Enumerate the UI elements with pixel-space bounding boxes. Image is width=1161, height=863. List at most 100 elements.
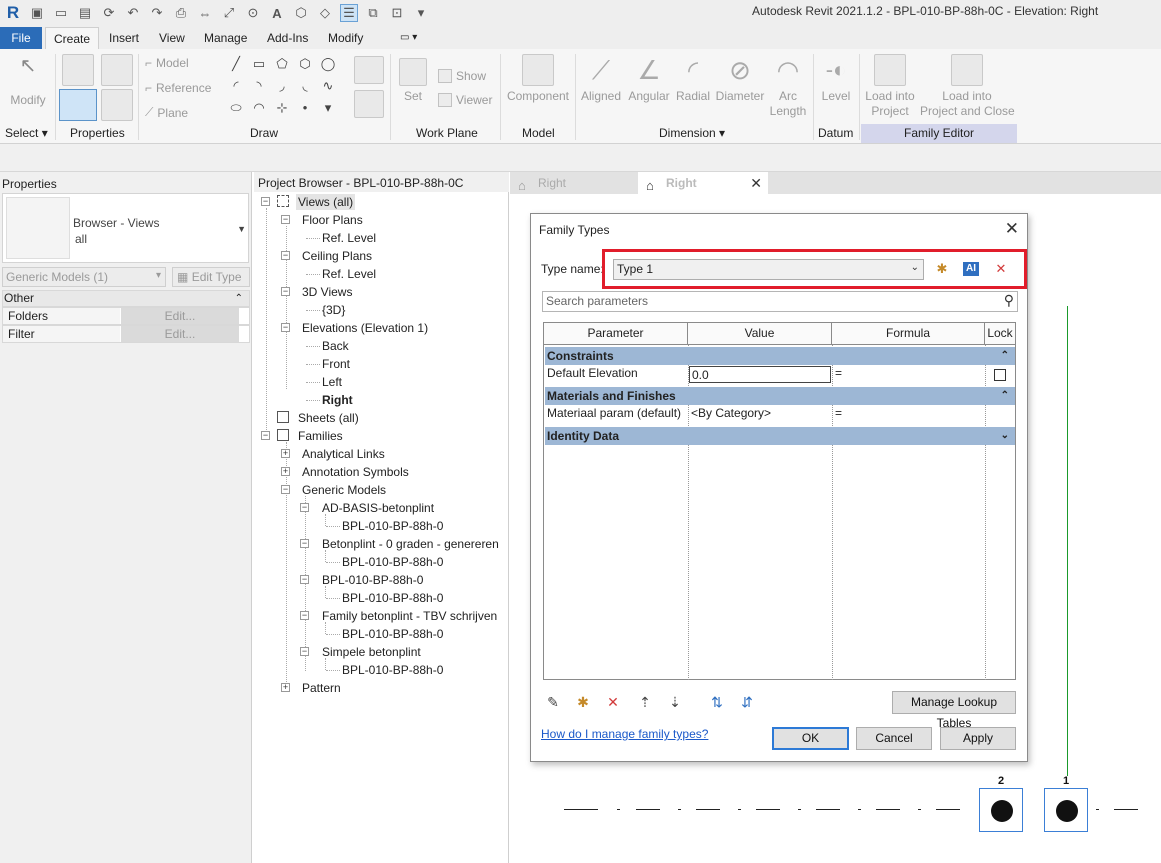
tab-modify[interactable]: Modify: [320, 27, 371, 49]
lock-checkbox[interactable]: [994, 369, 1006, 381]
tree-item-elevations[interactable]: Elevations (Elevation 1): [302, 320, 428, 336]
collapse-toggle[interactable]: −: [281, 323, 290, 332]
draw-extrusion-button[interactable]: [354, 56, 384, 87]
tree-item-family[interactable]: Family betonplint - TBV schrijven: [322, 608, 497, 624]
param-value[interactable]: <By Category>: [689, 405, 831, 423]
collapse-toggle[interactable]: −: [300, 647, 309, 656]
tree-item-type[interactable]: BPL-010-BP-88h-0: [342, 626, 443, 642]
load-into-project-and-close-button[interactable]: Load into Project and Close: [920, 54, 1015, 119]
column-header-formula[interactable]: Formula: [832, 323, 985, 345]
save-icon[interactable]: ▤: [76, 4, 94, 22]
rectangle-icon[interactable]: ▭: [249, 55, 269, 73]
close-hidden-icon[interactable]: ⧉: [364, 4, 382, 22]
section-icon[interactable]: ◇: [316, 4, 334, 22]
param-formula[interactable]: =: [833, 405, 983, 423]
dimension-icon[interactable]: ⤢: [220, 4, 238, 22]
collapse-toggle[interactable]: −: [300, 611, 309, 620]
sync-icon[interactable]: ⟳: [100, 4, 118, 22]
apply-button[interactable]: Apply: [940, 727, 1016, 750]
property-group-other[interactable]: Other ⌃: [2, 290, 250, 307]
tree-item-back[interactable]: Back: [322, 338, 349, 354]
tree-item-analytical-links[interactable]: Analytical Links: [302, 446, 385, 462]
param-value-input[interactable]: 0.0: [689, 366, 831, 383]
view-tab-right-active[interactable]: ⌂ Right ✕: [638, 172, 768, 194]
ellipse-icon[interactable]: ⬭: [226, 99, 246, 117]
pick-lines-icon[interactable]: ⊹: [272, 99, 292, 117]
group-constraints[interactable]: Constraints ⌃: [545, 347, 1015, 365]
edit-type-button[interactable]: ▦ Edit Type: [172, 267, 250, 287]
cancel-button[interactable]: Cancel: [856, 727, 932, 750]
tree-item-left[interactable]: Left: [322, 374, 342, 390]
view-tab-right[interactable]: ⌂ Right: [510, 172, 636, 194]
radial-dimension-button[interactable]: ◜ Radial: [676, 54, 710, 104]
tab-view[interactable]: View: [151, 27, 193, 49]
collapse-toggle[interactable]: −: [300, 575, 309, 584]
level-head-1[interactable]: 1: [1044, 775, 1088, 832]
tree-item-ref-level[interactable]: Ref. Level: [322, 266, 376, 282]
column-header-lock[interactable]: Lock: [985, 323, 1015, 345]
inscribed-polygon-icon[interactable]: ⬡: [295, 55, 315, 73]
viewer-button[interactable]: Viewer: [438, 93, 492, 107]
3d-view-icon[interactable]: ⬡: [292, 4, 310, 22]
search-parameters-input[interactable]: Search parameters ⚲: [542, 291, 1018, 312]
modify-button[interactable]: ↖ Modify: [8, 56, 48, 108]
polygon-icon[interactable]: ⬠: [272, 55, 292, 73]
start-end-arc-icon[interactable]: ◜: [226, 77, 246, 95]
manage-lookup-tables-button[interactable]: Manage Lookup Tables: [892, 691, 1016, 730]
tree-item-ref-level[interactable]: Ref. Level: [322, 230, 376, 246]
collapse-toggle[interactable]: −: [300, 539, 309, 548]
tab-addins[interactable]: Add-Ins: [259, 27, 316, 49]
move-up-icon[interactable]: ⇡: [635, 692, 655, 712]
sort-ascending-icon[interactable]: ⇅: [707, 692, 727, 712]
model-line-button[interactable]: ⌐ Model: [145, 56, 189, 70]
column-header-parameter[interactable]: Parameter: [544, 323, 688, 345]
chevron-down-icon[interactable]: ▼: [237, 224, 246, 234]
select-panel-label[interactable]: Select ▾: [5, 126, 48, 140]
sort-descending-icon[interactable]: ⇵: [737, 692, 757, 712]
level-head-2[interactable]: 2: [979, 775, 1023, 832]
close-icon[interactable]: ✕: [750, 172, 762, 194]
dimension-panel-label[interactable]: Dimension ▾: [659, 126, 725, 140]
spline-icon[interactable]: ∿: [318, 77, 338, 95]
collapse-toggle[interactable]: −: [281, 287, 290, 296]
component-button[interactable]: Component: [506, 54, 570, 104]
reference-line-button[interactable]: ⌐ Reference: [145, 81, 211, 95]
level-button[interactable]: -◐ Level: [818, 54, 854, 104]
fillet-arc-icon[interactable]: ◟: [295, 77, 315, 95]
tree-item-family[interactable]: AD-BASIS-betonplint: [322, 500, 434, 516]
type-name-combo[interactable]: Type 1 ⌄: [613, 259, 924, 280]
tree-item-sheets[interactable]: Sheets (all): [298, 410, 359, 426]
tangent-arc-icon[interactable]: ◞: [272, 77, 292, 95]
circle-icon[interactable]: ◯: [318, 55, 338, 73]
move-down-icon[interactable]: ⇣: [665, 692, 685, 712]
redo-icon[interactable]: ↷: [148, 4, 166, 22]
load-into-project-button[interactable]: Load into Project: [862, 54, 918, 119]
collapse-toggle[interactable]: −: [261, 197, 270, 206]
column-header-value[interactable]: Value: [688, 323, 832, 345]
print-icon[interactable]: ⎙: [172, 4, 190, 22]
measure-icon[interactable]: ⇔: [196, 4, 214, 22]
reference-plane-button[interactable]: ⟋ Plane: [145, 105, 188, 120]
type-properties-button[interactable]: [101, 89, 133, 124]
tab-manage[interactable]: Manage: [196, 27, 255, 49]
center-arc-icon[interactable]: ◝: [249, 77, 269, 95]
draw-void-button[interactable]: [354, 90, 384, 121]
rename-type-icon[interactable]: AI: [963, 262, 979, 276]
param-formula[interactable]: =: [833, 365, 983, 383]
angular-dimension-button[interactable]: ∠ Angular: [627, 54, 671, 104]
aligned-dimension-button[interactable]: ⟋ Aligned: [580, 54, 622, 104]
set-work-plane-button[interactable]: Set: [396, 58, 430, 104]
tab-file[interactable]: File: [0, 27, 42, 49]
help-link[interactable]: How do I manage family types?: [541, 727, 708, 741]
collapse-icon[interactable]: ⌃: [1001, 387, 1009, 405]
more-draw-icon[interactable]: ▾: [318, 99, 338, 117]
tree-item-family[interactable]: Simpele betonplint: [322, 644, 421, 660]
undo-icon[interactable]: ↶: [124, 4, 142, 22]
new-parameter-icon[interactable]: ✱: [573, 692, 593, 712]
collapse-icon[interactable]: ⌃: [1001, 347, 1009, 365]
new-type-icon[interactable]: ✱: [933, 260, 951, 278]
expand-toggle[interactable]: +: [281, 467, 290, 476]
home-icon[interactable]: ▣: [28, 4, 46, 22]
tree-item-type[interactable]: BPL-010-BP-88h-0: [342, 662, 443, 678]
collapse-toggle[interactable]: −: [281, 251, 290, 260]
